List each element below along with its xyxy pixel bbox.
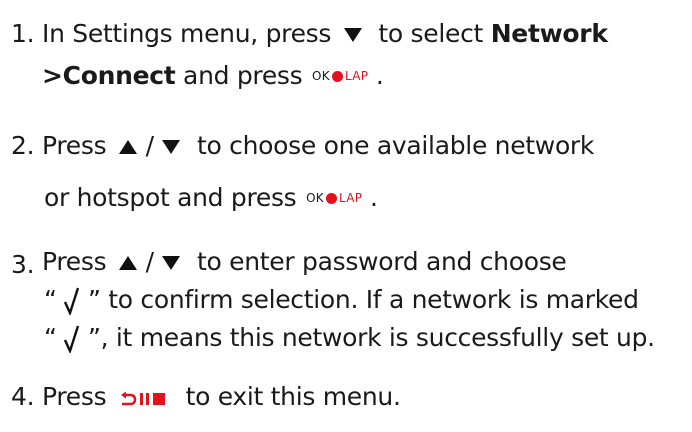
step-3-line-3: “ ”, it means this network is successful…	[44, 323, 655, 353]
check-mark-icon	[64, 287, 80, 315]
up-triangle-icon	[118, 140, 137, 154]
ok-lap-button-icon: OK LAP	[306, 191, 363, 205]
step-2-line-2: or hotspot and press OK LAP .	[44, 177, 378, 220]
down-triangle-icon	[162, 256, 181, 270]
down-triangle-icon	[162, 140, 181, 154]
up-triangle-icon	[118, 256, 137, 270]
step-3-line-1: Press / to enter password and choose	[42, 247, 567, 276]
ok-lap-button-icon: OK LAP	[312, 69, 369, 83]
down-triangle-icon	[343, 28, 362, 42]
step-4-line-1: Press to exit this menu.	[42, 382, 401, 411]
step-1-line-2: >Connect and press OK LAP .	[42, 55, 384, 98]
red-dot-icon	[331, 70, 343, 82]
step-1-line-1: In Settings menu, press to select Networ…	[42, 19, 608, 48]
step-number: 1.	[11, 19, 35, 48]
red-dot-icon	[325, 192, 337, 204]
step-number: 2.	[11, 131, 35, 160]
step-number: 4.	[11, 382, 35, 411]
step-2-line-1: Press / to choose one available network	[42, 131, 595, 160]
step-number: 3.	[11, 250, 35, 279]
step-3-line-2: “ ” to confirm selection. If a network i…	[44, 285, 639, 315]
check-mark-icon	[64, 325, 80, 353]
back-pause-stop-icon	[120, 391, 165, 406]
